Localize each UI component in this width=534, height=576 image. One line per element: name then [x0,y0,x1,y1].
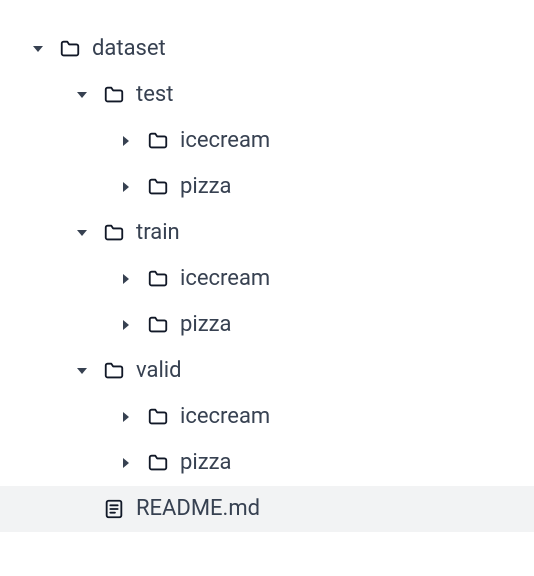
tree-row-dataset[interactable]: dataset [0,26,534,72]
folder-icon [102,359,126,383]
tree-row-test-pizza[interactable]: pizza [0,164,534,210]
tree-node-label: pizza [180,164,232,210]
tree-row-test-icecream[interactable]: icecream [0,118,534,164]
tree-row-valid-icecream[interactable]: icecream [0,394,534,440]
chevron-right-icon[interactable] [116,177,136,197]
tree-node-label: icecream [180,394,270,440]
tree-row-train-pizza[interactable]: pizza [0,302,534,348]
chevron-down-icon[interactable] [72,361,92,381]
tree-row-train-icecream[interactable]: icecream [0,256,534,302]
folder-icon [146,129,170,153]
folder-icon [102,83,126,107]
toggle-placeholder [72,499,92,519]
tree-node-label: pizza [180,302,232,348]
tree-node-label: train [136,210,180,256]
tree-node-label: pizza [180,440,232,486]
tree-row-readme[interactable]: README.md [0,486,534,532]
tree-node-label: icecream [180,118,270,164]
file-tree: dataset test icecream pizza [0,0,534,532]
chevron-right-icon[interactable] [116,315,136,335]
tree-node-label: README.md [136,486,260,532]
chevron-right-icon[interactable] [116,131,136,151]
folder-icon [146,175,170,199]
chevron-down-icon[interactable] [72,85,92,105]
document-icon [102,497,126,521]
folder-icon [58,37,82,61]
tree-node-label: test [136,72,173,118]
folder-icon [146,267,170,291]
chevron-down-icon[interactable] [28,39,48,59]
folder-icon [102,221,126,245]
chevron-right-icon[interactable] [116,453,136,473]
tree-row-valid[interactable]: valid [0,348,534,394]
folder-icon [146,313,170,337]
tree-row-valid-pizza[interactable]: pizza [0,440,534,486]
tree-node-label: dataset [92,26,166,72]
tree-row-test[interactable]: test [0,72,534,118]
tree-node-label: icecream [180,256,270,302]
folder-icon [146,451,170,475]
tree-row-train[interactable]: train [0,210,534,256]
folder-icon [146,405,170,429]
chevron-right-icon[interactable] [116,407,136,427]
chevron-down-icon[interactable] [72,223,92,243]
chevron-right-icon[interactable] [116,269,136,289]
tree-node-label: valid [136,348,182,394]
